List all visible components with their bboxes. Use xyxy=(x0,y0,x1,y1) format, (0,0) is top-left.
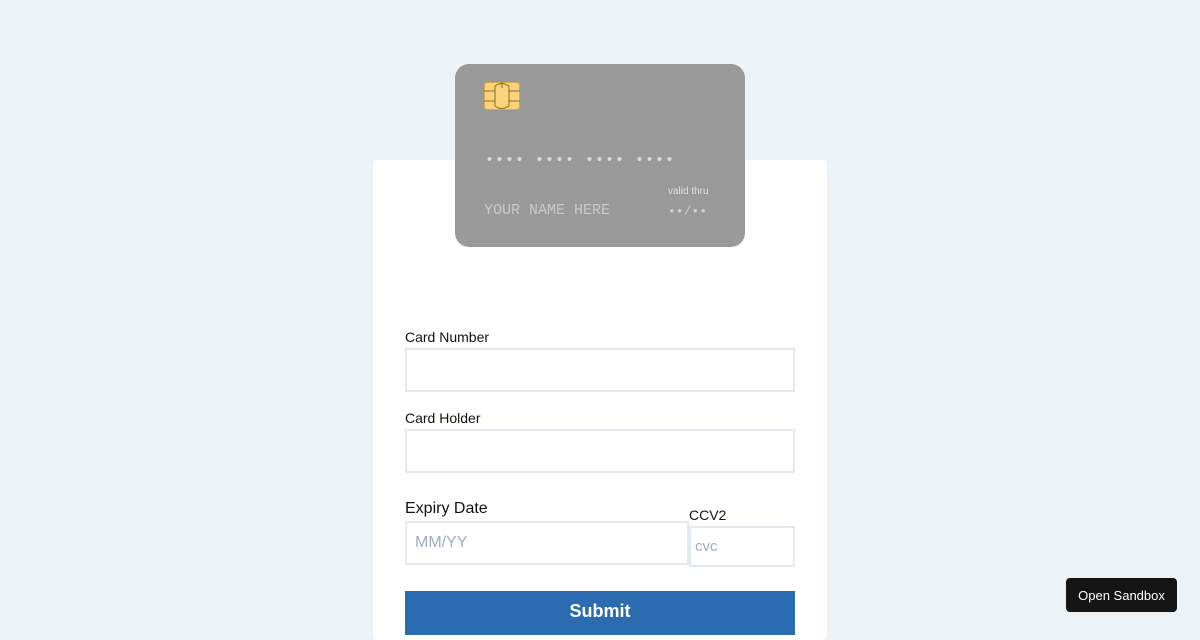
cvv-label: CCV2 xyxy=(689,507,727,523)
card-holder-display: YOUR NAME HERE xyxy=(484,202,611,219)
expiry-date-input[interactable] xyxy=(405,521,689,565)
open-sandbox-button[interactable]: Open Sandbox xyxy=(1066,578,1177,612)
card-holder-label: Card Holder xyxy=(405,410,481,426)
card-chip-icon xyxy=(484,82,520,110)
expiry-date-label: Expiry Date xyxy=(405,500,488,517)
card-preview: •••• •••• •••• •••• valid thru YOUR NAME… xyxy=(455,64,745,247)
card-number-display: •••• •••• •••• •••• xyxy=(485,152,676,169)
valid-thru-label: valid thru xyxy=(668,186,709,197)
card-holder-input[interactable] xyxy=(405,429,795,473)
cvv-input[interactable] xyxy=(689,526,795,567)
card-number-label: Card Number xyxy=(405,329,490,345)
submit-button[interactable]: Submit xyxy=(405,591,795,635)
card-number-input[interactable] xyxy=(405,348,795,392)
card-expiry-display: ••/•• xyxy=(668,204,708,219)
